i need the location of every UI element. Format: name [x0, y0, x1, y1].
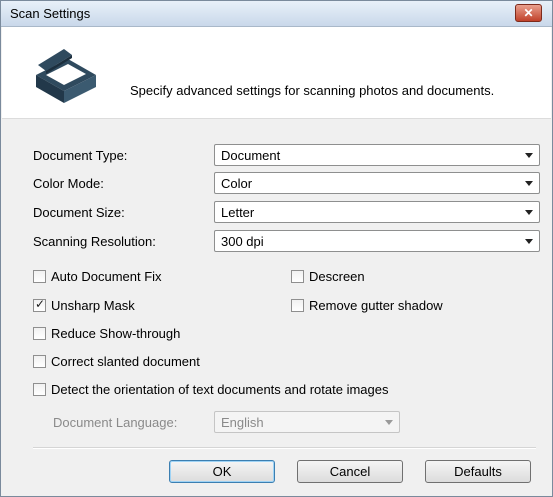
title-bar: Scan Settings ✕ — [1, 1, 552, 27]
descreen-checkbox[interactable]: Descreen — [291, 269, 365, 284]
document-language-value: English — [221, 415, 264, 430]
scan-settings-dialog: Scan Settings ✕ Specify advanced setting… — [0, 0, 553, 497]
checkbox-box-checked[interactable] — [33, 297, 46, 312]
chevron-down-icon — [525, 239, 533, 244]
divider — [33, 447, 536, 449]
checkbox-box[interactable] — [291, 299, 304, 312]
correct-slanted-label: Correct slanted document — [51, 354, 200, 369]
cancel-button[interactable]: Cancel — [297, 460, 403, 483]
scanner-icon — [36, 49, 96, 103]
document-type-value: Document — [221, 148, 281, 163]
chevron-down-icon — [385, 420, 393, 425]
unsharp-mask-label: Unsharp Mask — [51, 298, 135, 313]
scanning-resolution-select[interactable]: 300 dpi — [214, 230, 540, 252]
header-description: Specify advanced settings for scanning p… — [130, 83, 495, 98]
detect-orientation-checkbox[interactable]: Detect the orientation of text documents… — [33, 382, 388, 397]
unsharp-mask-checkbox[interactable]: Unsharp Mask — [33, 297, 135, 313]
reduce-show-through-checkbox[interactable]: Reduce Show-through — [33, 326, 180, 341]
header-band: Specify advanced settings for scanning p… — [2, 27, 551, 119]
remove-gutter-shadow-label: Remove gutter shadow — [309, 298, 443, 313]
remove-gutter-shadow-checkbox[interactable]: Remove gutter shadow — [291, 298, 443, 313]
color-mode-select[interactable]: Color — [214, 172, 540, 194]
scanning-resolution-label: Scanning Resolution: — [33, 234, 156, 249]
auto-document-fix-checkbox[interactable]: Auto Document Fix — [33, 269, 162, 284]
document-type-select[interactable]: Document — [214, 144, 540, 166]
reduce-show-through-label: Reduce Show-through — [51, 326, 181, 341]
checkbox-box[interactable] — [33, 327, 46, 340]
document-language-select: English — [214, 411, 400, 433]
ok-button[interactable]: OK — [169, 460, 275, 483]
defaults-button[interactable]: Defaults — [425, 460, 531, 483]
scanning-resolution-value: 300 dpi — [221, 234, 264, 249]
color-mode-value: Color — [221, 176, 253, 191]
document-language-label: Document Language: — [53, 415, 178, 430]
auto-document-fix-label: Auto Document Fix — [51, 269, 162, 284]
color-mode-label: Color Mode: — [33, 176, 104, 191]
detect-orientation-label: Detect the orientation of text documents… — [51, 382, 389, 397]
checkbox-box[interactable] — [33, 383, 46, 396]
document-type-label: Document Type: — [33, 148, 128, 163]
document-size-label: Document Size: — [33, 205, 125, 220]
checkbox-box[interactable] — [291, 270, 304, 283]
checkbox-box[interactable] — [33, 270, 46, 283]
chevron-down-icon — [525, 153, 533, 158]
checkbox-box[interactable] — [33, 355, 46, 368]
close-button[interactable]: ✕ — [515, 4, 542, 22]
chevron-down-icon — [525, 181, 533, 186]
chevron-down-icon — [525, 210, 533, 215]
descreen-label: Descreen — [309, 269, 365, 284]
document-size-value: Letter — [221, 205, 255, 220]
document-size-select[interactable]: Letter — [214, 201, 540, 223]
correct-slanted-checkbox[interactable]: Correct slanted document — [33, 354, 200, 369]
window-title: Scan Settings — [10, 6, 91, 21]
